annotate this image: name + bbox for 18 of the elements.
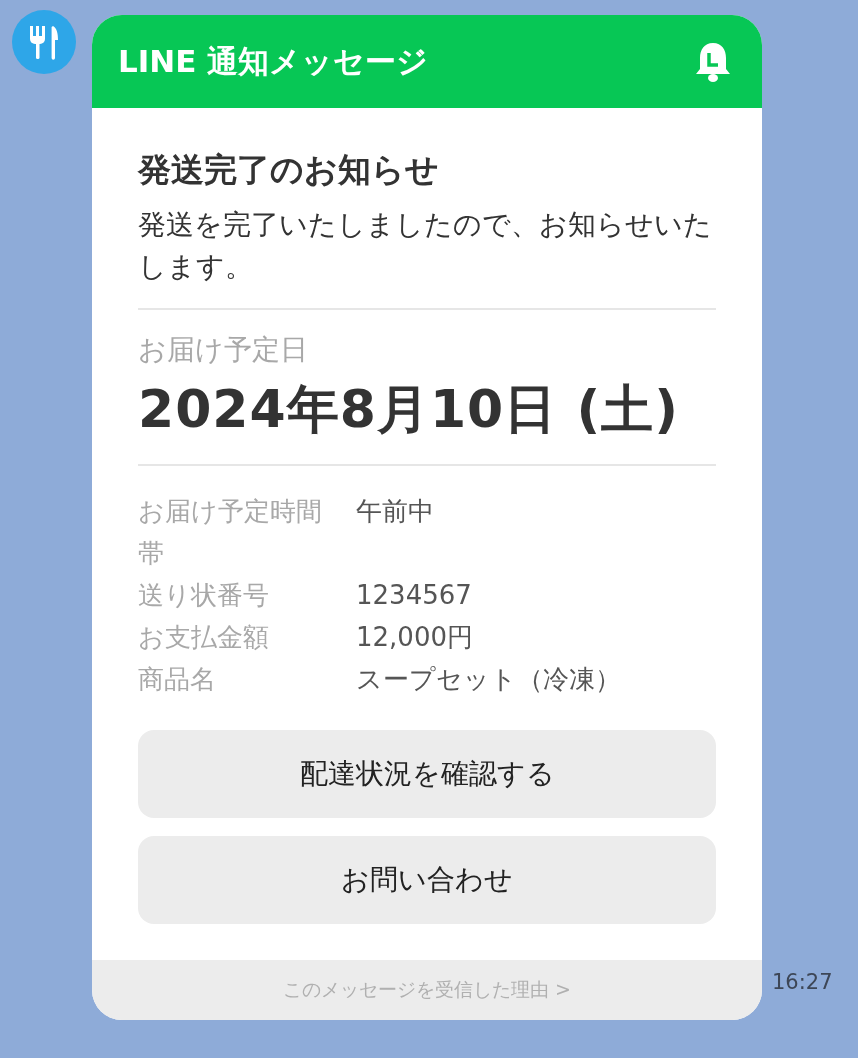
bell-icon[interactable] — [694, 40, 732, 83]
cutlery-icon — [27, 24, 61, 60]
message-body: 発送を完了いたしましたので、お知らせいたします。 — [138, 207, 713, 285]
detail-label: お支払金額 — [138, 621, 270, 654]
message-time: 16:27 — [772, 970, 833, 994]
delivery-date: 2024年8月10日 (土) — [138, 378, 680, 441]
detail-label: お届け予定時間帯 — [138, 495, 323, 570]
action-button[interactable]: お問い合わせ — [138, 836, 716, 924]
action-button[interactable]: 配達状況を確認する — [138, 730, 716, 818]
message-title: 発送完了のお知らせ — [138, 149, 440, 191]
detail-label: 送り状番号 — [138, 579, 270, 612]
detail-value: 12,000円 — [356, 621, 474, 654]
detail-value: 1234567 — [356, 579, 473, 612]
header-title: LINE 通知メッセージ — [118, 41, 429, 81]
detail-value: スープセット（冷凍） — [356, 663, 622, 696]
detail-value: 午前中 — [356, 495, 435, 528]
delivery-date-label: お届け予定日 — [138, 332, 309, 368]
detail-label: 商品名 — [138, 663, 217, 696]
